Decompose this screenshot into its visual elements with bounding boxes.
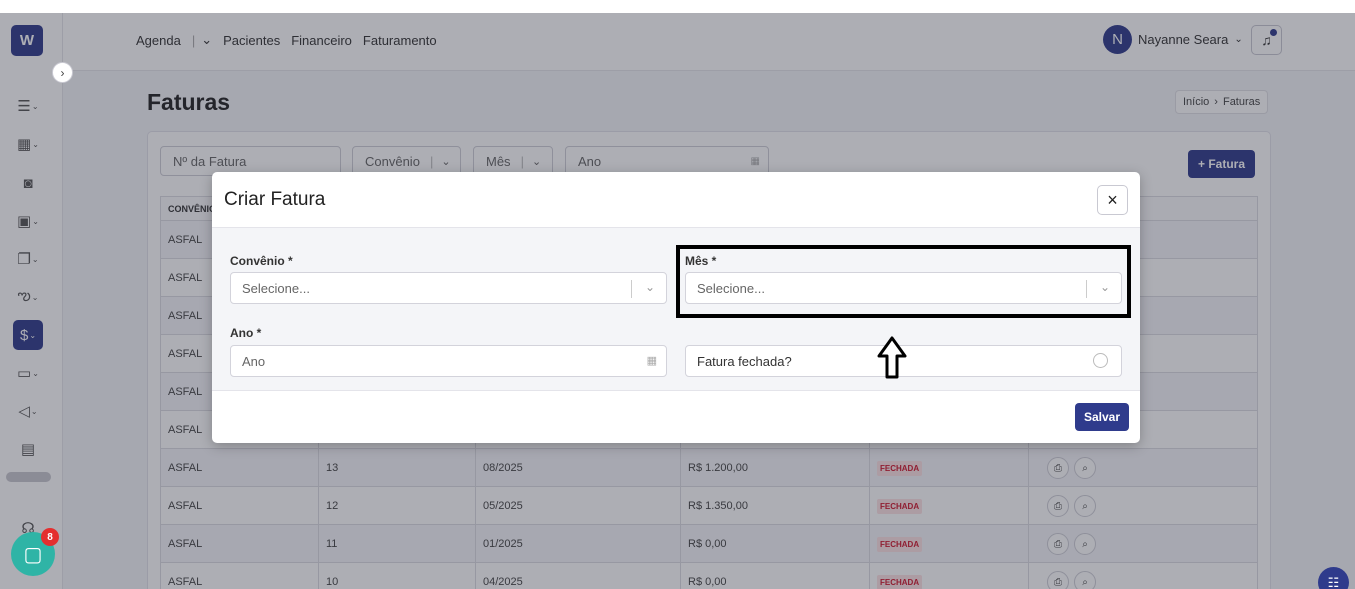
highlight-box <box>676 245 1131 318</box>
chevron-right-icon: › <box>60 65 65 80</box>
modal-header: Criar Fatura × <box>212 172 1140 228</box>
sidebar-collapse-button[interactable]: › <box>52 62 73 83</box>
fatura-fechada-label: Fatura fechada? <box>697 353 792 369</box>
ano-input[interactable]: Ano ▦ <box>230 345 667 377</box>
ano-placeholder: Ano <box>242 353 266 369</box>
save-button[interactable]: Salvar <box>1075 403 1130 431</box>
calendar-icon: ▦ <box>646 355 657 367</box>
convenio-select[interactable]: Selecione... ⌄ <box>230 272 667 304</box>
ano-label: Ano * <box>230 326 262 340</box>
chat-icon: ▢ <box>23 543 43 566</box>
select-divider <box>631 280 632 298</box>
fatura-fechada-radio[interactable] <box>1093 353 1108 368</box>
convenio-placeholder: Selecione... <box>242 280 310 296</box>
up-arrow-icon <box>877 336 907 379</box>
modal-title: Criar Fatura <box>224 189 326 210</box>
chat-unread-badge: 8 <box>41 528 59 546</box>
close-icon: × <box>1107 189 1118 210</box>
convenio-label: Convênio * <box>230 254 293 268</box>
chevron-down-icon: ⌄ <box>644 280 655 294</box>
modal-footer: Salvar <box>212 390 1140 443</box>
close-button[interactable]: × <box>1097 185 1128 215</box>
